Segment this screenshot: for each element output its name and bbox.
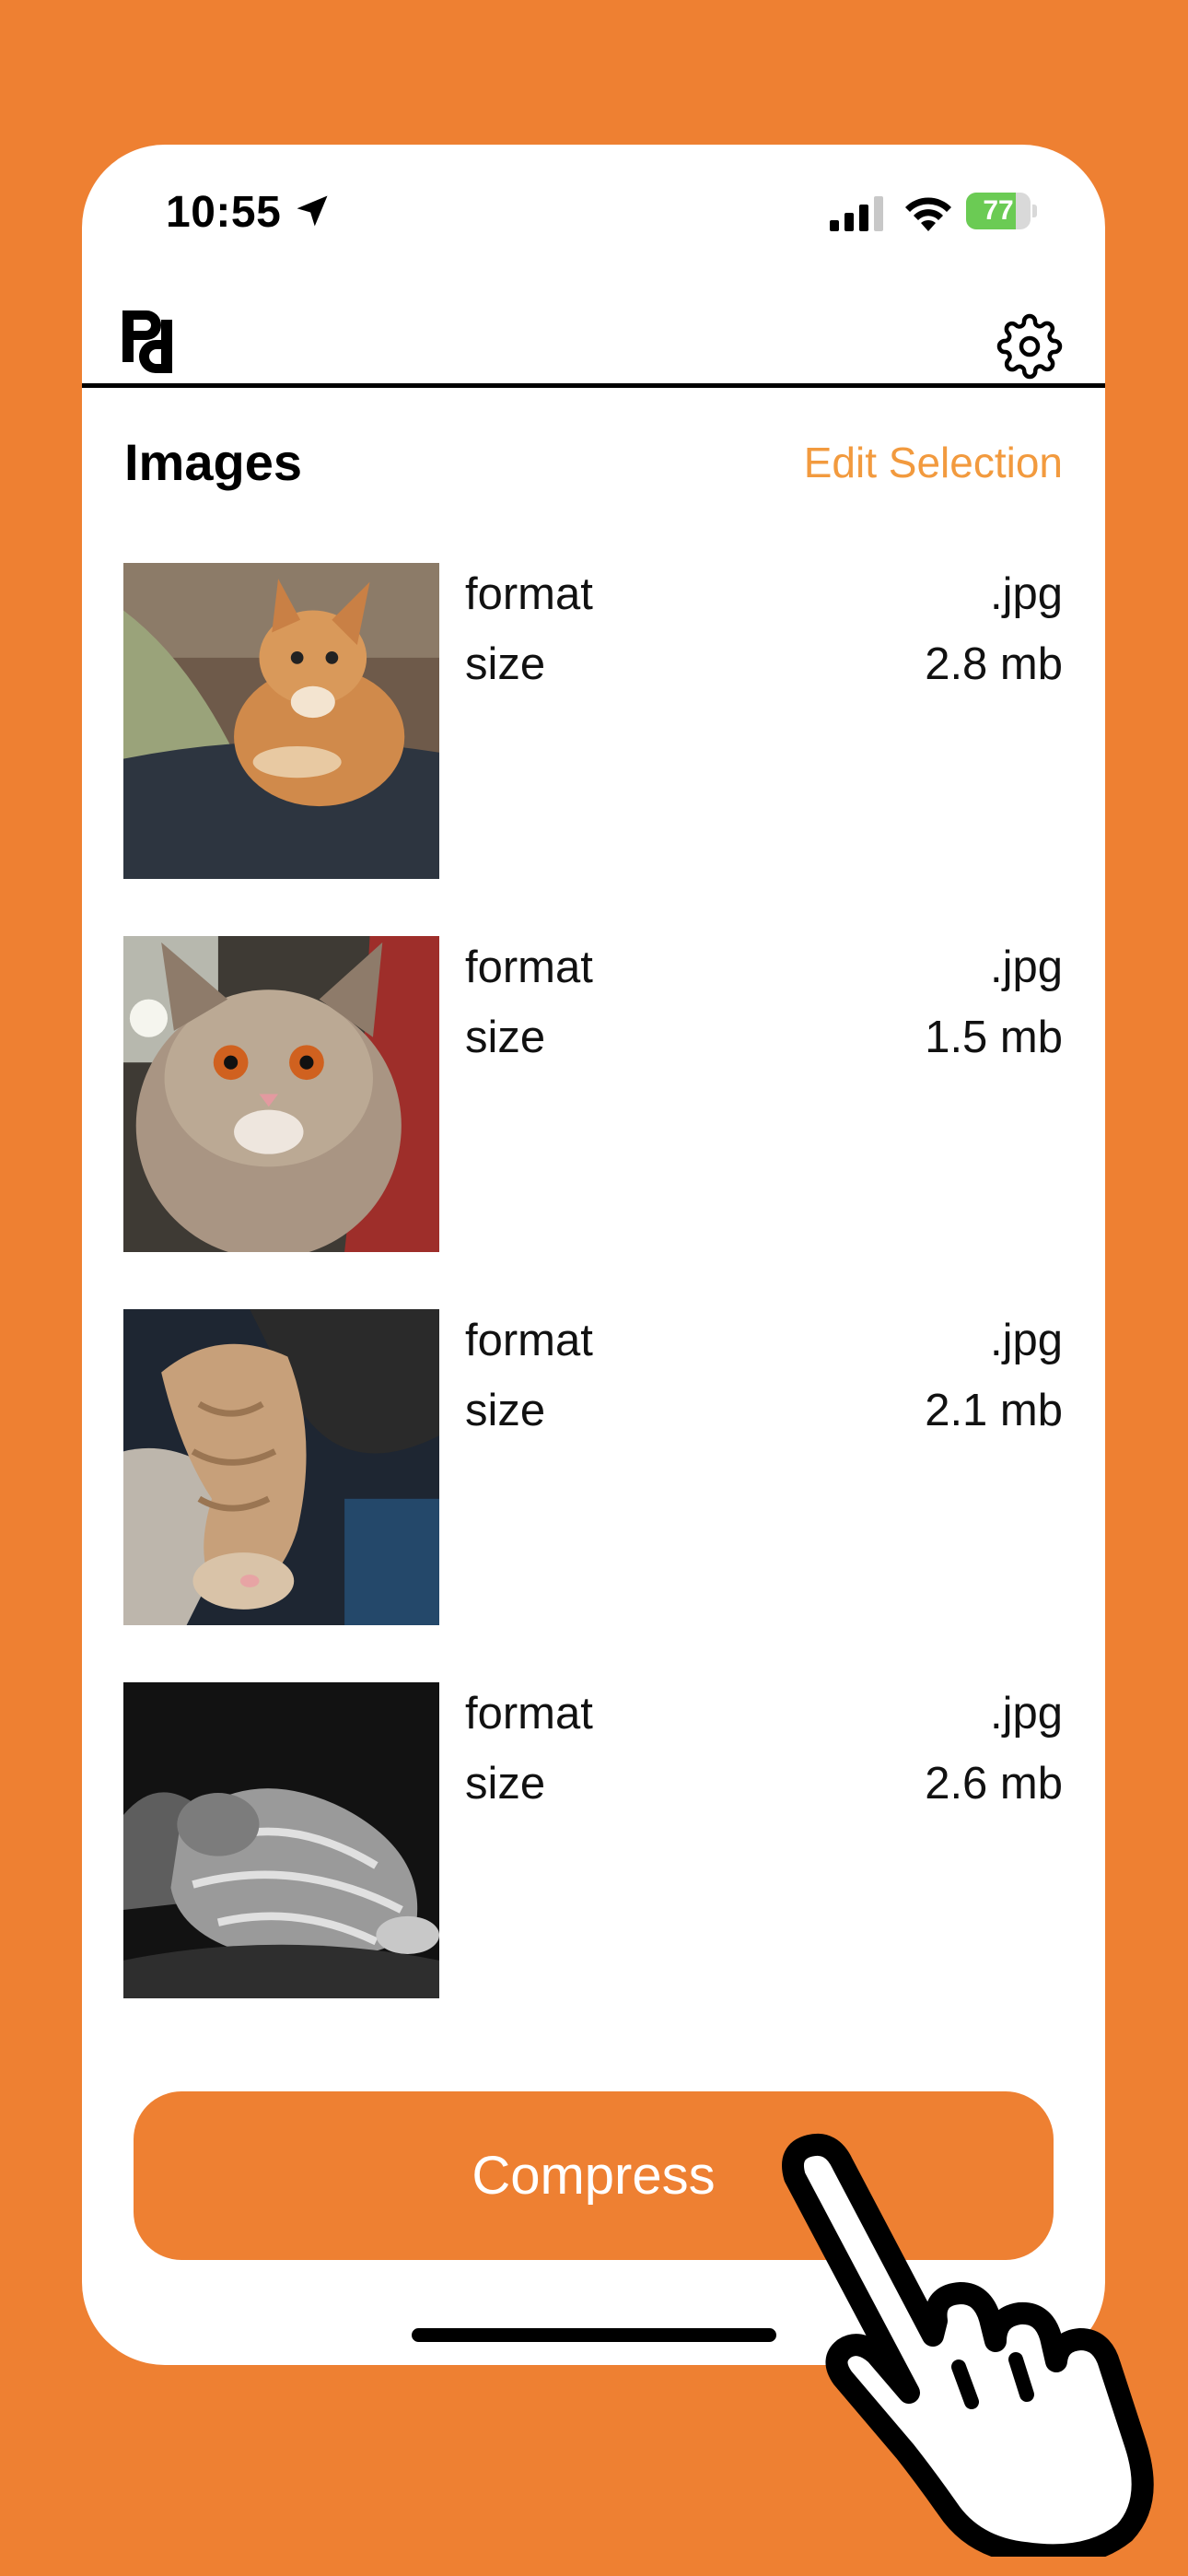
cat-photo-3 xyxy=(123,1309,439,1625)
pd-logo-icon xyxy=(122,310,172,373)
format-value: .jpg xyxy=(989,569,1063,619)
image-row[interactable]: format .jpg size 1.5 mb xyxy=(82,936,1105,1309)
image-thumbnail[interactable] xyxy=(123,563,439,879)
format-value: .jpg xyxy=(989,1316,1063,1365)
format-label: format xyxy=(465,943,593,992)
image-row[interactable]: format .jpg size 2.6 mb xyxy=(82,1682,1105,2055)
cellular-signal-icon xyxy=(830,196,883,231)
size-label: size xyxy=(465,1386,546,1435)
size-value: 2.1 mb xyxy=(925,1386,1063,1435)
image-thumbnail[interactable] xyxy=(123,936,439,1252)
size-label: size xyxy=(465,639,546,689)
battery-indicator: 77 xyxy=(966,193,1038,229)
image-list: format .jpg size 2.8 mb format .jpg size… xyxy=(82,563,1105,2055)
image-thumbnail[interactable] xyxy=(123,1309,439,1625)
phone-screen: 10:55 77 Images Edit Selection format .j… xyxy=(82,145,1105,2365)
image-row[interactable]: format .jpg size 2.8 mb xyxy=(82,563,1105,936)
nav-bar xyxy=(82,283,1105,388)
location-arrow-icon xyxy=(297,195,328,227)
format-label: format xyxy=(465,569,593,619)
size-value: 1.5 mb xyxy=(925,1013,1063,1062)
pointing-hand-icon xyxy=(782,2134,1154,2557)
size-value: 2.6 mb xyxy=(925,1759,1063,1809)
cat-photo-4 xyxy=(123,1682,439,1998)
image-thumbnail[interactable] xyxy=(123,1682,439,1998)
wifi-icon xyxy=(905,197,951,231)
battery-percent: 77 xyxy=(983,195,1014,226)
status-bar: 10:55 77 xyxy=(82,145,1105,283)
gear-icon[interactable] xyxy=(996,313,1063,380)
format-label: format xyxy=(465,1316,593,1365)
format-value: .jpg xyxy=(989,943,1063,992)
format-value: .jpg xyxy=(989,1689,1063,1739)
size-label: size xyxy=(465,1759,546,1809)
cat-photo-1 xyxy=(123,563,439,879)
image-row[interactable]: format .jpg size 2.1 mb xyxy=(82,1309,1105,1682)
size-value: 2.8 mb xyxy=(925,639,1063,689)
size-label: size xyxy=(465,1013,546,1062)
home-indicator xyxy=(412,2328,776,2342)
format-label: format xyxy=(465,1689,593,1739)
edit-selection-button[interactable]: Edit Selection xyxy=(804,438,1063,487)
status-time: 10:55 xyxy=(166,188,282,237)
cat-photo-2 xyxy=(123,936,439,1252)
page-title: Images xyxy=(124,433,302,491)
